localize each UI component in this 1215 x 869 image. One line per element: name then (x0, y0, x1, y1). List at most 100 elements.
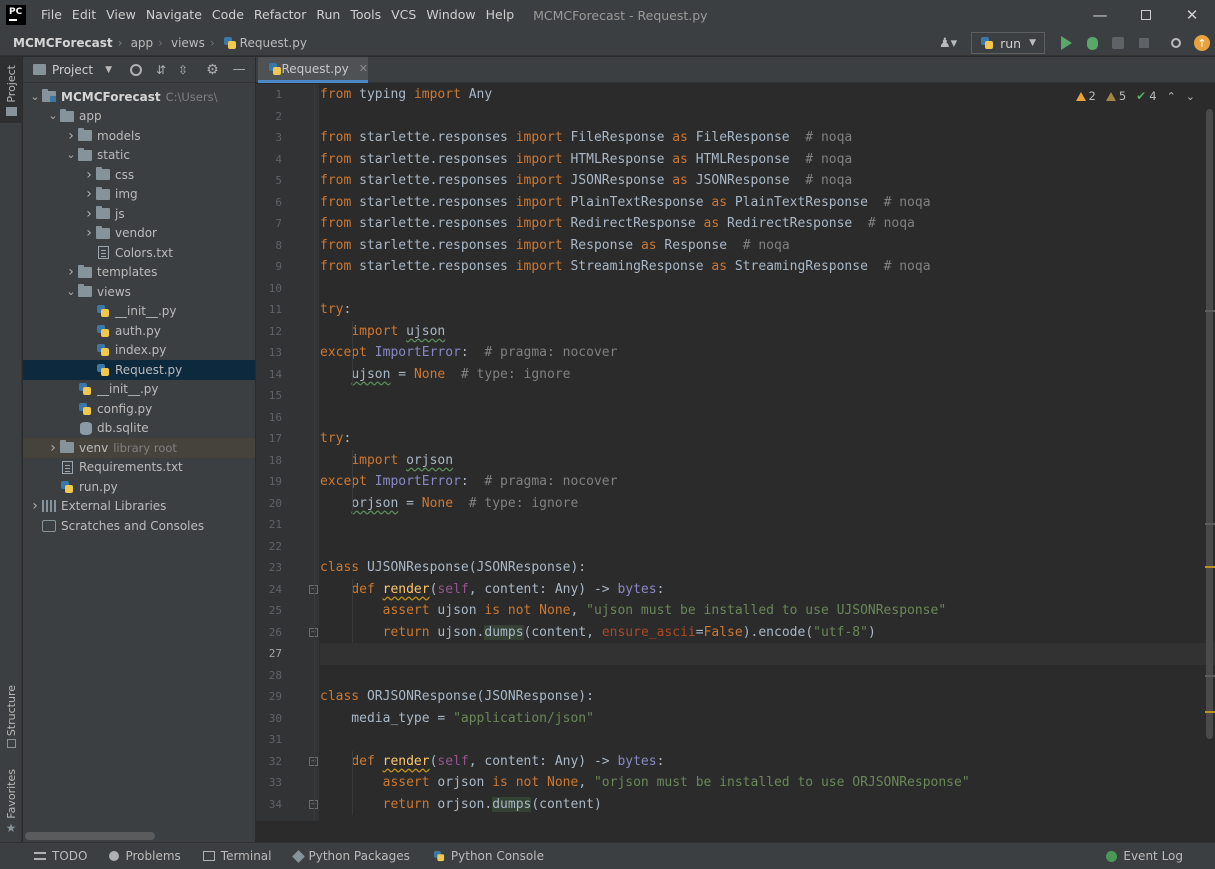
inspection-widget[interactable]: 2 5 ✔ 4 ⌃ ⌄ (1075, 89, 1195, 103)
expand-all-icon[interactable]: ⇵ (156, 63, 166, 77)
code-line[interactable] (320, 407, 1215, 429)
run-configuration-select[interactable]: run ▼ (971, 32, 1045, 54)
run-button[interactable] (1053, 30, 1079, 56)
tree-item[interactable]: › venv library root (23, 438, 255, 458)
tree-item[interactable]: › models (23, 126, 255, 146)
stop-button[interactable] (1131, 30, 1157, 56)
code-line[interactable]: class ORJSONResponse(JSONResponse): (320, 686, 1215, 708)
search-everywhere-button[interactable] (1163, 30, 1189, 56)
chevron-right-icon[interactable]: › (82, 206, 96, 222)
code-line[interactable]: from starlette.responses import Redirect… (320, 213, 1215, 235)
tree-item[interactable]: ⌄ static (23, 146, 255, 166)
menu-vcs[interactable]: VCS (386, 0, 421, 30)
todo-tool-button[interactable]: TODO (34, 849, 87, 863)
weak-warnings-count[interactable]: 5 (1105, 89, 1126, 103)
code-line[interactable]: from starlette.responses import JSONResp… (320, 170, 1215, 192)
code-line[interactable]: from starlette.responses import Response… (320, 235, 1215, 257)
code-line[interactable]: def render(self, content: Any) -> bytes: (320, 579, 1215, 601)
code-line[interactable]: ujson = None # type: ignore (320, 364, 1215, 386)
code-line[interactable]: from starlette.responses import HTMLResp… (320, 149, 1215, 171)
code-line[interactable]: import ujson (320, 321, 1215, 343)
tree-horizontal-scrollbar[interactable] (25, 832, 155, 840)
chevron-down-icon[interactable]: ⌄ (64, 286, 78, 297)
chevron-right-icon[interactable]: › (28, 498, 42, 514)
error-stripe-mark[interactable] (1205, 566, 1215, 568)
chevron-down-icon[interactable]: ▼ (105, 65, 112, 75)
tree-item[interactable]: › vendor (23, 224, 255, 244)
gear-icon[interactable]: ⚙ (206, 62, 219, 78)
code-line[interactable]: class UJSONResponse(JSONResponse): (320, 557, 1215, 579)
pycharm-logo-icon[interactable]: PC (5, 4, 29, 28)
code-line[interactable] (320, 278, 1215, 300)
tree-item[interactable]: Requirements.txt (23, 458, 255, 478)
code-line[interactable]: from starlette.responses import Streamin… (320, 256, 1215, 278)
editor-scrollbar[interactable] (1206, 109, 1213, 739)
code-line[interactable] (320, 106, 1215, 128)
locate-file-icon[interactable] (129, 63, 142, 76)
chevron-down-icon[interactable]: ⌄ (64, 149, 78, 160)
code-line[interactable]: from starlette.responses import FileResp… (320, 127, 1215, 149)
code-line[interactable]: media_type = "application/json" (320, 708, 1215, 730)
menu-help[interactable]: Help (481, 0, 520, 30)
tree-item[interactable]: › templates (23, 263, 255, 283)
menu-view[interactable]: View (101, 0, 141, 30)
code-line[interactable]: orjson = None # type: ignore (320, 493, 1215, 515)
code-line[interactable]: import orjson (320, 450, 1215, 472)
tree-item[interactable]: › css (23, 165, 255, 185)
breadcrumb-views[interactable]: views › (163, 36, 215, 50)
tree-item[interactable]: index.py (23, 341, 255, 361)
tree-item[interactable]: __init__.py (23, 380, 255, 400)
chevron-down-icon[interactable]: ⌄ (46, 110, 60, 121)
code-line[interactable]: except ImportError: # pragma: nocover (320, 471, 1215, 493)
chevron-down-icon[interactable]: ⌄ (28, 91, 42, 102)
hide-panel-icon[interactable]: — (233, 62, 246, 77)
tree-item[interactable]: db.sqlite (23, 419, 255, 439)
code-line[interactable] (320, 514, 1215, 536)
menu-file[interactable]: File (36, 0, 67, 30)
code-line[interactable] (320, 665, 1215, 687)
typos-count[interactable]: ✔ 4 (1136, 89, 1156, 103)
error-stripe-mark[interactable] (1205, 523, 1215, 525)
close-window-button[interactable]: ✕ (1169, 0, 1215, 30)
project-view-selector[interactable]: Project (52, 63, 93, 77)
next-highlight-icon[interactable]: ⌄ (1186, 90, 1195, 103)
code-editor[interactable]: 123456789101112131415161718192021222324−… (256, 84, 1215, 821)
tree-item[interactable]: run.py (23, 477, 255, 497)
chevron-right-icon[interactable]: › (82, 186, 96, 202)
problems-tool-button[interactable]: Problems (109, 849, 181, 863)
tree-item[interactable]: ⌄ MCMCForecast C:\Users\ (23, 87, 255, 107)
chevron-right-icon[interactable]: › (82, 225, 96, 241)
chevron-right-icon[interactable]: › (64, 264, 78, 280)
code-line[interactable]: assert ujson is not None, "ujson must be… (320, 600, 1215, 622)
tool-tab-project[interactable]: Project (0, 57, 22, 123)
terminal-tool-button[interactable]: Terminal (202, 849, 272, 863)
coverage-button[interactable] (1105, 30, 1131, 56)
menu-refactor[interactable]: Refactor (249, 0, 311, 30)
breadcrumb-app[interactable]: app › (123, 36, 163, 50)
menu-run[interactable]: Run (311, 0, 345, 30)
user-account-button[interactable]: ♟▾ (933, 30, 963, 56)
tree-item[interactable]: ⌄ app (23, 107, 255, 127)
code-line[interactable]: try: (320, 299, 1215, 321)
updates-button[interactable]: ↑ (1189, 30, 1215, 56)
code-line[interactable] (320, 536, 1215, 558)
tree-item[interactable]: Request.py (23, 360, 255, 380)
tree-item[interactable]: › img (23, 185, 255, 205)
menu-navigate[interactable]: Navigate (141, 0, 207, 30)
code-line[interactable]: from starlette.responses import PlainTex… (320, 192, 1215, 214)
chevron-right-icon[interactable]: › (82, 167, 96, 183)
code-line[interactable] (320, 643, 1215, 665)
menu-tools[interactable]: Tools (345, 0, 386, 30)
code-line[interactable] (320, 385, 1215, 407)
menu-window[interactable]: Window (421, 0, 480, 30)
tree-item[interactable]: › External Libraries (23, 497, 255, 517)
breadcrumb-project[interactable]: MCMCForecast › (0, 36, 123, 50)
minimize-button[interactable]: — (1077, 0, 1123, 30)
chevron-right-icon[interactable]: › (64, 128, 78, 144)
tree-item[interactable]: › js (23, 204, 255, 224)
tree-item[interactable]: __init__.py (23, 302, 255, 322)
python-packages-tool-button[interactable]: Python Packages (291, 849, 410, 863)
code-line[interactable]: try: (320, 428, 1215, 450)
debug-button[interactable] (1079, 30, 1105, 56)
tree-item[interactable]: config.py (23, 399, 255, 419)
